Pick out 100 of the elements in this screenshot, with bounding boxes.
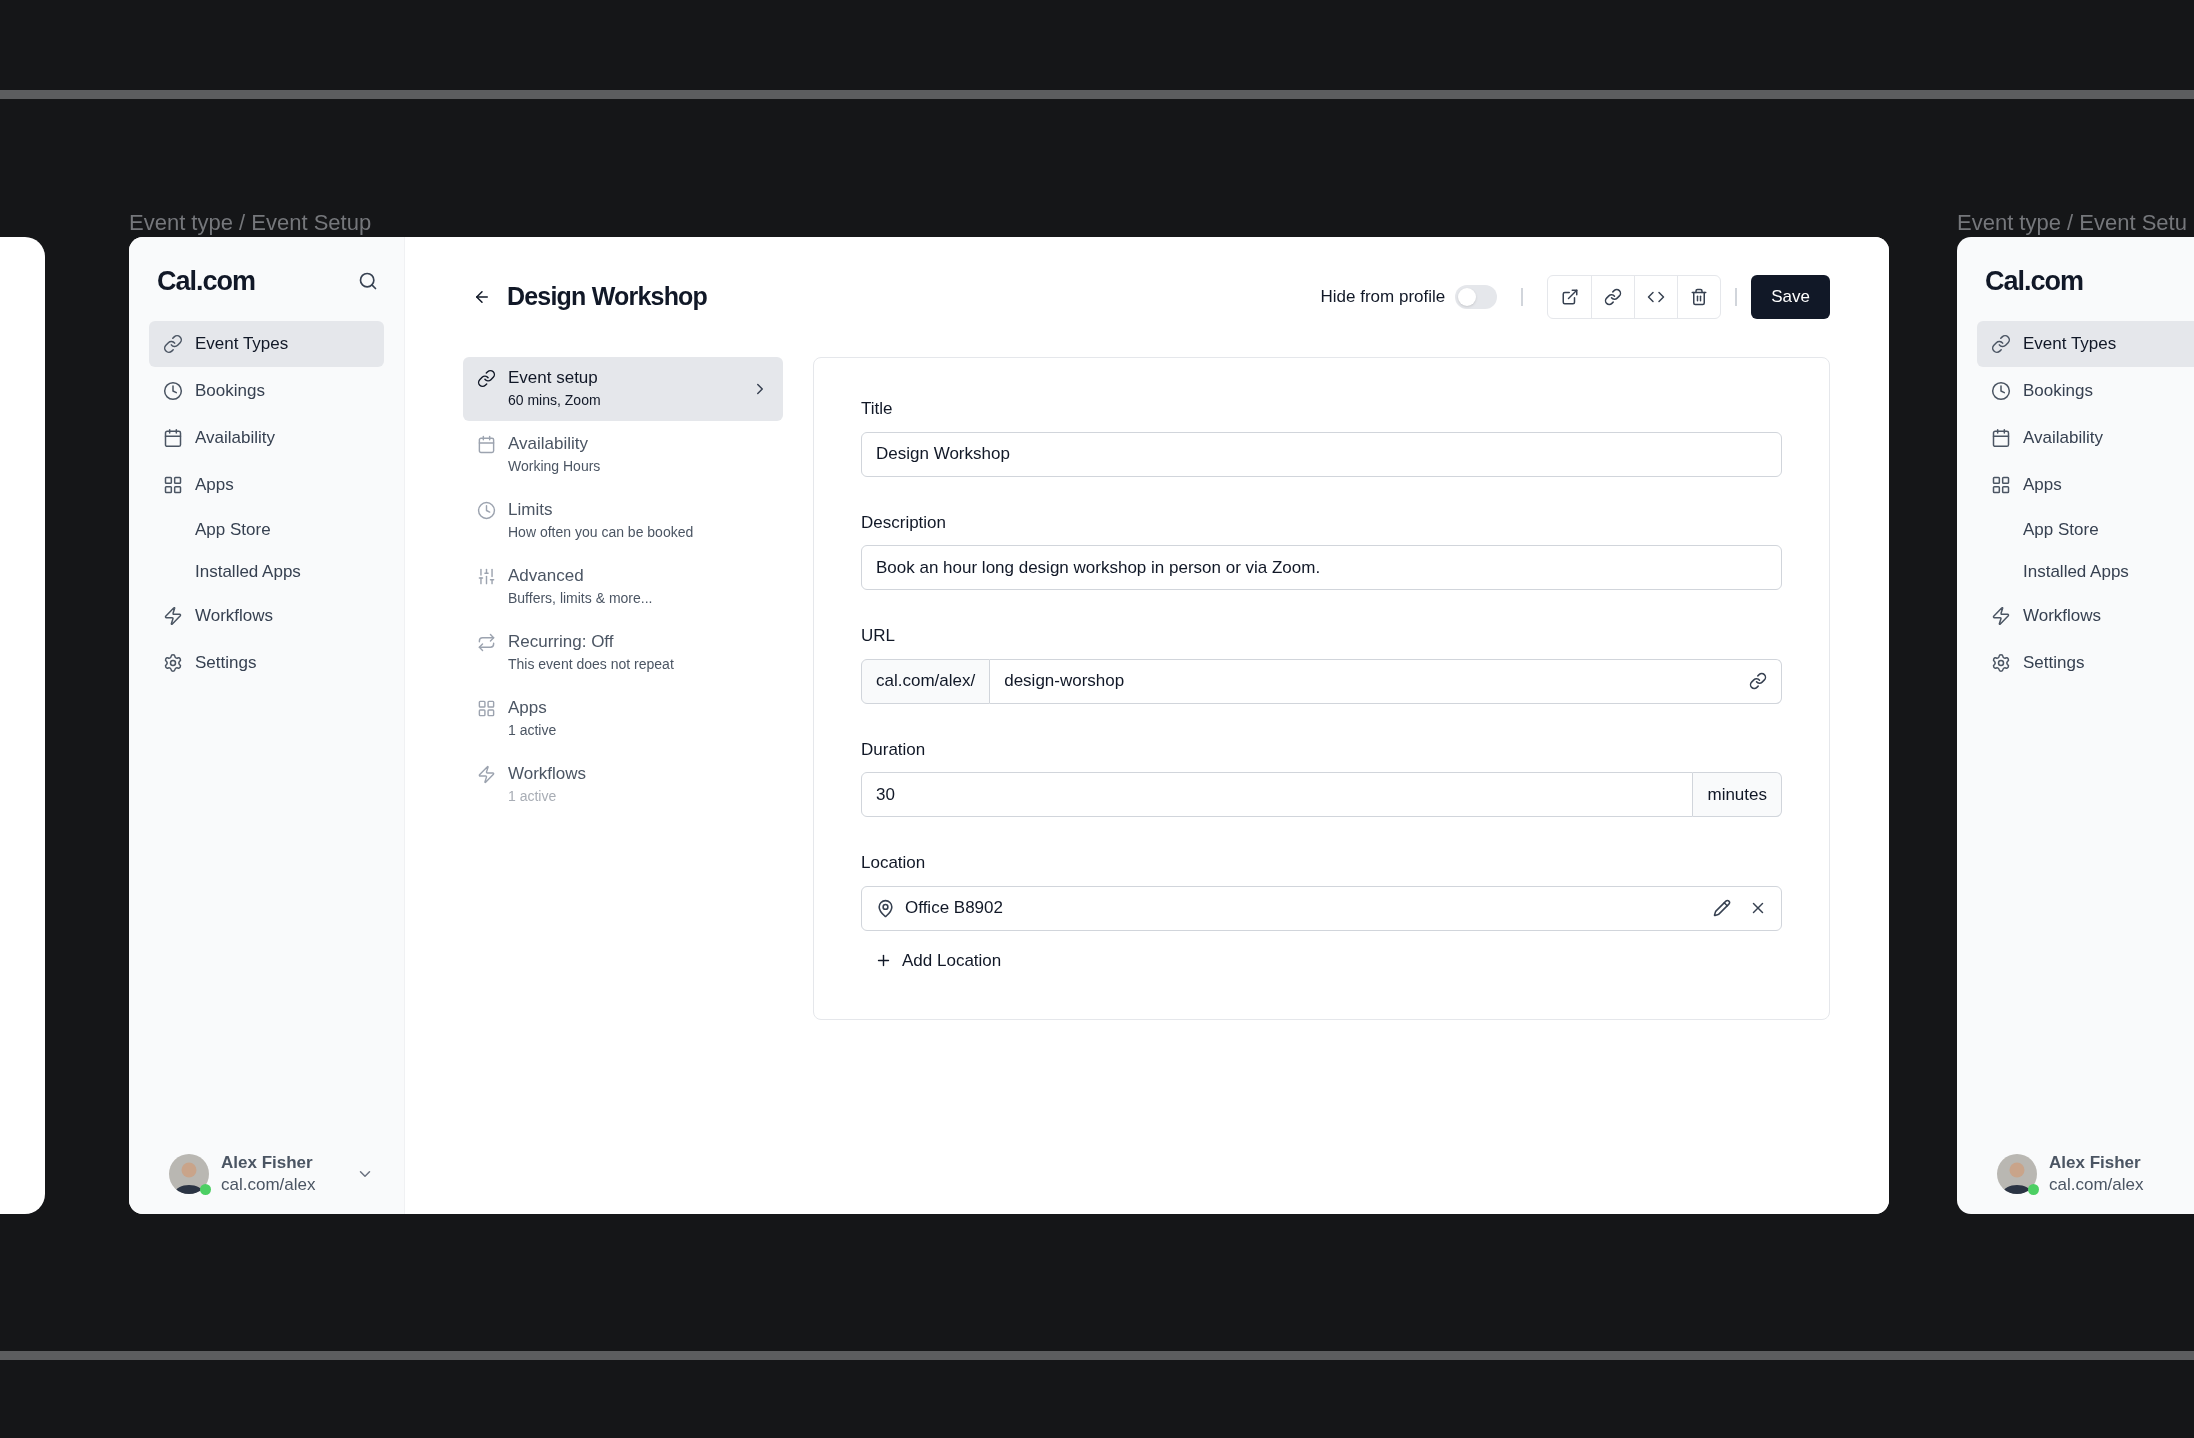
avatar: [169, 1154, 209, 1194]
grid-icon: [477, 699, 496, 718]
setup-nav-subtitle: 60 mins, Zoom: [508, 391, 601, 410]
logo: Cal.com: [1985, 264, 2084, 298]
nav-item[interactable]: Workflows: [149, 593, 384, 639]
calendar-icon: [1991, 428, 2011, 448]
setup-nav-subtitle: Working Hours: [508, 457, 601, 476]
field-label: Duration: [861, 738, 927, 761]
calendar-icon: [163, 428, 183, 448]
link-icon: [1991, 334, 2011, 354]
nav-subitem[interactable]: App Store: [1977, 509, 2194, 550]
setup-nav-title: Workflows: [508, 763, 587, 785]
field-label: Description: [861, 511, 948, 534]
link-icon: [477, 369, 496, 388]
nav-label: Availability: [2023, 427, 2103, 450]
duration-field[interactable]: 30: [861, 772, 1694, 817]
setup-nav-title: Limits: [508, 499, 554, 521]
logo: Cal.com: [157, 264, 256, 298]
grid-icon: [1991, 475, 2011, 495]
toggle-switch[interactable]: [1455, 285, 1498, 309]
nav-item[interactable]: Settings: [149, 640, 384, 686]
nav-subitem[interactable]: Installed Apps: [1977, 551, 2194, 592]
plus-icon: [875, 952, 892, 969]
nav-label: Workflows: [195, 605, 274, 628]
trash-icon: [1690, 288, 1709, 306]
nav-label: Event Types: [195, 333, 289, 356]
search-icon[interactable]: [358, 271, 378, 291]
nav-subitem[interactable]: App Store: [149, 509, 384, 550]
gear-icon: [1991, 653, 2011, 673]
setup-nav-item[interactable]: Limits How often you can be booked: [463, 489, 783, 553]
calendar-icon: [477, 435, 496, 454]
nav-label: Bookings: [195, 380, 265, 403]
nav-item[interactable]: Workflows: [1977, 593, 2194, 639]
field-label: Title: [861, 398, 894, 420]
user-handle: cal.com/alex: [2049, 1174, 2144, 1196]
nav-item[interactable]: Event Types: [149, 321, 384, 367]
setup-nav-subtitle: 1 active: [508, 787, 558, 806]
setup-nav-title: Event setup: [508, 367, 599, 389]
external-link-icon: [1560, 288, 1579, 306]
nav-label: Event Types: [2023, 333, 2117, 356]
field-label: URL: [861, 625, 896, 647]
setup-nav-item[interactable]: Recurring: Off This event does not repeat: [463, 621, 783, 685]
setup-nav-title: Apps: [508, 697, 548, 719]
setup-nav-title: Advanced: [508, 565, 585, 587]
link-icon: [1749, 672, 1767, 690]
setup-nav-item[interactable]: Advanced Buffers, limits & more...: [463, 555, 783, 619]
title-field[interactable]: Design Workshop: [861, 431, 1782, 477]
nav-item[interactable]: Availability: [149, 415, 384, 461]
setup-nav-item[interactable]: Availability Working Hours: [463, 423, 783, 487]
description-field[interactable]: Book an hour long design workshop in person or via Zoom.: [861, 545, 1782, 590]
link-icon: [163, 334, 183, 354]
url-prefix: cal.com/alex/: [861, 658, 991, 704]
pencil-icon[interactable]: [1713, 899, 1731, 917]
save-button[interactable]: Save: [1751, 275, 1830, 319]
add-location-button[interactable]: Add Location: [875, 942, 1002, 979]
link-icon: [1604, 288, 1623, 306]
page-title: Design Workshop: [507, 281, 708, 313]
url-field[interactable]: design-worshop: [990, 658, 1782, 704]
location-field[interactable]: Office B8902: [861, 885, 1782, 931]
duration-unit: minutes: [1693, 772, 1782, 817]
lightning-icon: [477, 765, 496, 784]
clock-icon: [1991, 381, 2011, 401]
clock-icon: [477, 501, 496, 520]
lightning-icon: [163, 606, 183, 626]
nav-label: Workflows: [2023, 605, 2102, 628]
nav-item[interactable]: Event Types: [1977, 321, 2194, 367]
nav-item[interactable]: Availability: [1977, 415, 2194, 461]
nav-subitem[interactable]: Installed Apps: [149, 551, 384, 592]
nav-label: Apps: [2023, 474, 2062, 497]
nav-item[interactable]: Apps: [149, 462, 384, 508]
location-value: Office B8902: [905, 897, 1003, 920]
nav-label: Settings: [2023, 652, 2085, 675]
field-label: Location: [861, 852, 927, 874]
nav-label: Availability: [195, 427, 275, 450]
nav-label: Apps: [195, 474, 234, 497]
setup-nav-title: Recurring: Off: [508, 631, 615, 653]
nav-label: Settings: [195, 652, 257, 675]
setup-nav-item[interactable]: Workflows 1 active: [463, 753, 783, 817]
nav-item[interactable]: Settings: [1977, 640, 2194, 686]
repeat-icon: [477, 633, 496, 652]
url-value: design-worshop: [1004, 670, 1125, 693]
map-pin-icon: [876, 898, 895, 918]
setup-nav-subtitle: How often you can be booked: [508, 523, 694, 542]
setup-nav-subtitle: 1 active: [508, 721, 557, 740]
nav-item[interactable]: Bookings: [1977, 368, 2194, 414]
setup-nav-item[interactable]: Event setup 60 mins, Zoom: [463, 357, 783, 421]
setup-nav-item[interactable]: Apps 1 active: [463, 687, 783, 751]
user-handle: cal.com/alex: [221, 1174, 316, 1196]
setup-nav-subtitle: Buffers, limits & more...: [508, 589, 653, 608]
grid-icon: [163, 475, 183, 495]
lightning-icon: [1991, 606, 2011, 626]
nav-label: Bookings: [2023, 380, 2093, 403]
setup-nav-title: Availability: [508, 433, 589, 455]
user-name: Alex Fisher: [2049, 1152, 2142, 1174]
nav-item[interactable]: Bookings: [149, 368, 384, 414]
nav-item[interactable]: Apps: [1977, 462, 2194, 508]
frame-label: Event type / Event Setu: [1957, 209, 2187, 237]
sliders-icon: [477, 567, 496, 586]
setup-nav-subtitle: This event does not repeat: [508, 655, 674, 674]
user-name: Alex Fisher: [221, 1152, 314, 1174]
